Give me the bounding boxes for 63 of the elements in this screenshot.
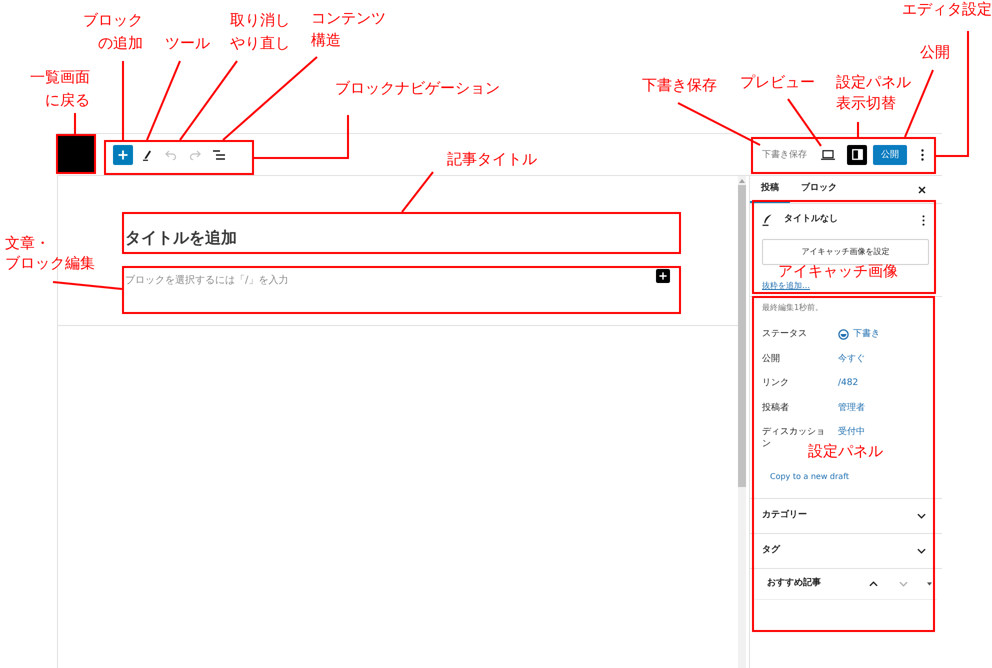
more-vertical-icon (920, 148, 924, 160)
list-icon (213, 150, 225, 160)
annotation-label: アイキャッチ画像 (778, 263, 898, 280)
add-block-button[interactable] (656, 269, 670, 283)
plus-icon (659, 272, 667, 280)
callout-frame (56, 134, 96, 174)
chevron-up-icon (868, 581, 878, 587)
setting-value[interactable]: 今すぐ (838, 352, 865, 364)
annotation-label: ブロック の追加 (82, 10, 143, 54)
plus-icon (118, 150, 128, 160)
leader-line (401, 171, 434, 213)
setting-label: ステータス (762, 328, 808, 340)
panel-header[interactable]: タグ (750, 534, 942, 569)
annotation-label: ツール (165, 35, 210, 52)
annotation-label: プレビュー (740, 74, 815, 91)
setting-label: 公開 (762, 352, 781, 364)
featured-image-button[interactable]: アイキャッチ画像を設定 (762, 239, 929, 265)
excerpt-link[interactable]: 抜粋を追加… (762, 280, 810, 292)
annotation-label: 設定パネル 表示切替 (836, 72, 911, 114)
paragraph-field[interactable]: ブロックを選択するには「/」を入力 (125, 274, 656, 287)
sidebar-tab[interactable]: ブロック (790, 176, 848, 203)
panel-header[interactable]: カテゴリー (750, 499, 942, 534)
post-title: タイトルなし (784, 213, 838, 226)
setting-value[interactable]: 受付中 (838, 426, 865, 438)
sidebar-tab[interactable]: 投稿 (750, 176, 790, 203)
annotation-label: 公開 (920, 44, 950, 61)
settings-toggle-button[interactable] (847, 144, 867, 164)
leader-line (74, 113, 76, 134)
close-icon (918, 186, 926, 194)
annotation-label: エディタ設定 (902, 1, 992, 18)
undo-icon (165, 150, 177, 160)
last-edited-text: 最終編集1秒前。 (762, 302, 824, 314)
annotation-label: 文章・ ブロック編集 (5, 233, 95, 273)
redo-icon (189, 150, 201, 160)
setting-value[interactable]: /482 (838, 377, 858, 389)
copy-draft-link[interactable]: Copy to a new draft (770, 471, 850, 483)
more-vertical-icon (922, 214, 924, 226)
setting-value[interactable]: 管理者 (838, 402, 865, 414)
scrollbar-thumb[interactable] (738, 185, 746, 487)
logo-button[interactable] (57, 136, 95, 174)
chevron-down-icon (898, 581, 908, 587)
setting-label: リンク (762, 377, 790, 389)
feather-icon (762, 214, 772, 226)
metabox-title: おすすめ記事 (767, 577, 821, 590)
annotation-label: 下書き保存 (642, 77, 717, 94)
annotation-label: 一覧画面 に戻る (29, 67, 90, 111)
annotation-label: ブロックナビゲーション (335, 80, 500, 97)
status-button[interactable]: 下書き (838, 328, 880, 340)
laptop-icon (821, 150, 835, 160)
caret-down-icon (926, 582, 932, 586)
half-filled-circle-icon (838, 328, 849, 340)
leader-line (52, 281, 122, 290)
annotation-label: コンテンツ 構造 (311, 8, 386, 51)
annotation-label: 取り消し やり直し (230, 10, 290, 54)
save-draft-button[interactable]: 下書き保存 (762, 148, 807, 160)
setting-label: 投稿者 (762, 402, 790, 414)
publish-button[interactable]: 公開 (873, 144, 907, 164)
title-field[interactable]: タイトルを追加 (125, 228, 669, 248)
pen-icon (142, 148, 152, 160)
sidebar-icon (852, 149, 862, 160)
leader-line (787, 98, 822, 147)
annotation-label: 記事タイトル (447, 151, 537, 168)
leader-line (857, 122, 859, 137)
